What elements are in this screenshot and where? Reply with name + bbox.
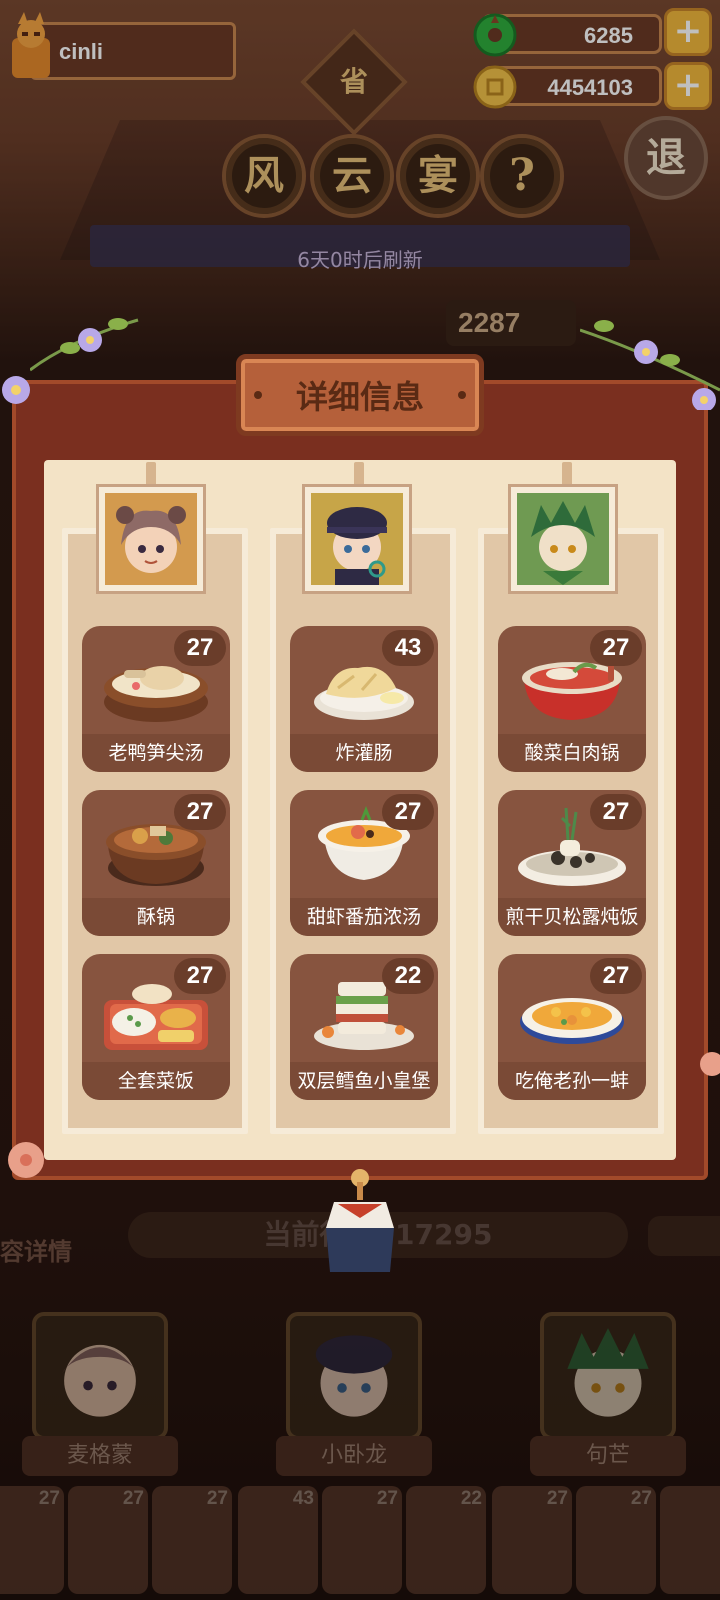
player-name: cinli — [59, 39, 104, 64]
details-label: 容详情 — [0, 1238, 72, 1266]
mini-dish-8[interactable]: 27 — [576, 1486, 656, 1594]
coin-amount: 4454103 — [547, 75, 633, 100]
dish-count-badge: 27 — [590, 794, 642, 830]
jade-currency: 6285 — [473, 13, 662, 57]
mini-dish-count: 27 — [546, 1488, 568, 1509]
mini-dish-7[interactable]: 27 — [492, 1486, 572, 1594]
dish-count-badge: 27 — [382, 794, 434, 830]
chef-name-xiaowolong: 小卧龙 — [276, 1436, 432, 1476]
dish-name: 炸灌肠 — [290, 734, 438, 772]
dish-count-badge: 43 — [382, 630, 434, 666]
title-char-feng: 风 — [222, 134, 306, 218]
chef-portrait-icon — [311, 493, 403, 585]
chef-card-maigemeng[interactable] — [32, 1312, 168, 1440]
dish-count-badge: 22 — [382, 958, 434, 994]
reset-chip — [648, 1216, 720, 1256]
flower-decoration-icon — [700, 1052, 720, 1076]
province-seal-label: 省 — [339, 65, 368, 98]
mini-dish-9[interactable] — [660, 1486, 720, 1594]
mini-dish-6[interactable]: 22 — [406, 1486, 486, 1594]
dish-name: 酸菜白肉锅 — [498, 734, 646, 772]
dish-name: 甜虾番茄浓汤 — [290, 898, 438, 936]
close-tassel-icon[interactable] — [320, 1168, 400, 1278]
mini-dish-2[interactable]: 27 — [68, 1486, 148, 1594]
chef-card-goumang[interactable] — [540, 1312, 676, 1440]
refresh-timer: 6天0时后刷新 — [297, 248, 423, 272]
player-avatar-icon[interactable] — [4, 10, 58, 80]
chef-name-goumang: 句芒 — [530, 1436, 686, 1476]
gold-coin-icon — [473, 65, 517, 109]
dish-card[interactable]: 煎干贝松露炖饭 27 — [498, 790, 646, 936]
chef-portrait-icon — [105, 493, 197, 585]
help-button[interactable]: ? — [480, 134, 564, 218]
chef-portrait-icon — [567, 1328, 649, 1417]
mini-dish-count: 22 — [460, 1488, 482, 1509]
dish-card[interactable]: 酸菜白肉锅 27 — [498, 626, 646, 772]
dish-count-badge: 27 — [174, 630, 226, 666]
dish-name: 全套菜饭 — [82, 1062, 230, 1100]
title-char-yan: 宴 — [396, 134, 480, 218]
dish-card[interactable]: 老鸭笋尖汤 27 — [82, 626, 230, 772]
dish-card[interactable]: 双层鳕鱼小皇堡 22 — [290, 954, 438, 1100]
dish-name: 煎干贝松露炖饭 — [498, 898, 646, 936]
dish-count-badge: 27 — [174, 794, 226, 830]
dish-count-badge: 27 — [590, 630, 642, 666]
chef-portrait-frame-1[interactable] — [96, 484, 206, 594]
dish-card[interactable]: 全套菜饭 27 — [82, 954, 230, 1100]
chef-portrait-frame-3[interactable] — [508, 484, 618, 594]
dish-name: 吃俺老孙一蚌 — [498, 1062, 646, 1100]
chef-card-xiaowolong[interactable] — [286, 1312, 422, 1440]
flower-decoration-icon — [8, 1142, 44, 1178]
mini-dish-count: 27 — [122, 1488, 144, 1509]
player-name-bar[interactable]: cinli — [30, 22, 236, 80]
chef-portrait-icon — [315, 1335, 393, 1417]
chef-name-maigemeng: 麦格蒙 — [22, 1436, 178, 1476]
coin-currency: 4454103 — [473, 65, 662, 109]
dish-name: 老鸭笋尖汤 — [82, 734, 230, 772]
add-coin-button[interactable]: + — [664, 62, 712, 110]
dish-name: 双层鳕鱼小皇堡 — [290, 1062, 438, 1100]
chef-portrait-icon — [61, 1344, 139, 1417]
chef-portrait-frame-2[interactable] — [302, 484, 412, 594]
mini-dish-1[interactable]: 27 — [0, 1486, 64, 1594]
flower-decoration-icon — [580, 320, 720, 410]
dish-card[interactable]: 酥锅 27 — [82, 790, 230, 936]
dish-card[interactable]: 吃俺老孙一蚌 27 — [498, 954, 646, 1100]
jade-amount: 6285 — [584, 23, 633, 48]
dish-name: 酥锅 — [82, 898, 230, 936]
mini-dish-5[interactable]: 27 — [322, 1486, 402, 1594]
mini-dish-3[interactable]: 27 — [152, 1486, 232, 1594]
dish-card[interactable]: 甜虾番茄浓汤 27 — [290, 790, 438, 936]
dish-card[interactable]: 炸灌肠 43 — [290, 626, 438, 772]
mini-dish-count: 43 — [292, 1488, 314, 1509]
add-jade-button[interactable]: + — [664, 8, 712, 56]
exit-button[interactable]: 退 — [624, 116, 708, 200]
title-char-yun: 云 — [310, 134, 394, 218]
panel-title: 详细信息 — [295, 378, 424, 416]
jade-coin-icon — [473, 13, 517, 57]
mini-dish-count: 27 — [630, 1488, 652, 1509]
mini-dish-count: 27 — [206, 1488, 228, 1509]
mini-dish-count: 27 — [38, 1488, 60, 1509]
mini-dish-4[interactable]: 43 — [238, 1486, 318, 1594]
score-chip: 2287 — [446, 300, 576, 346]
chef-portrait-icon — [517, 493, 609, 585]
dish-count-badge: 27 — [590, 958, 642, 994]
mini-dish-count: 27 — [376, 1488, 398, 1509]
dish-count-badge: 27 — [174, 958, 226, 994]
flower-decoration-icon — [2, 376, 30, 404]
